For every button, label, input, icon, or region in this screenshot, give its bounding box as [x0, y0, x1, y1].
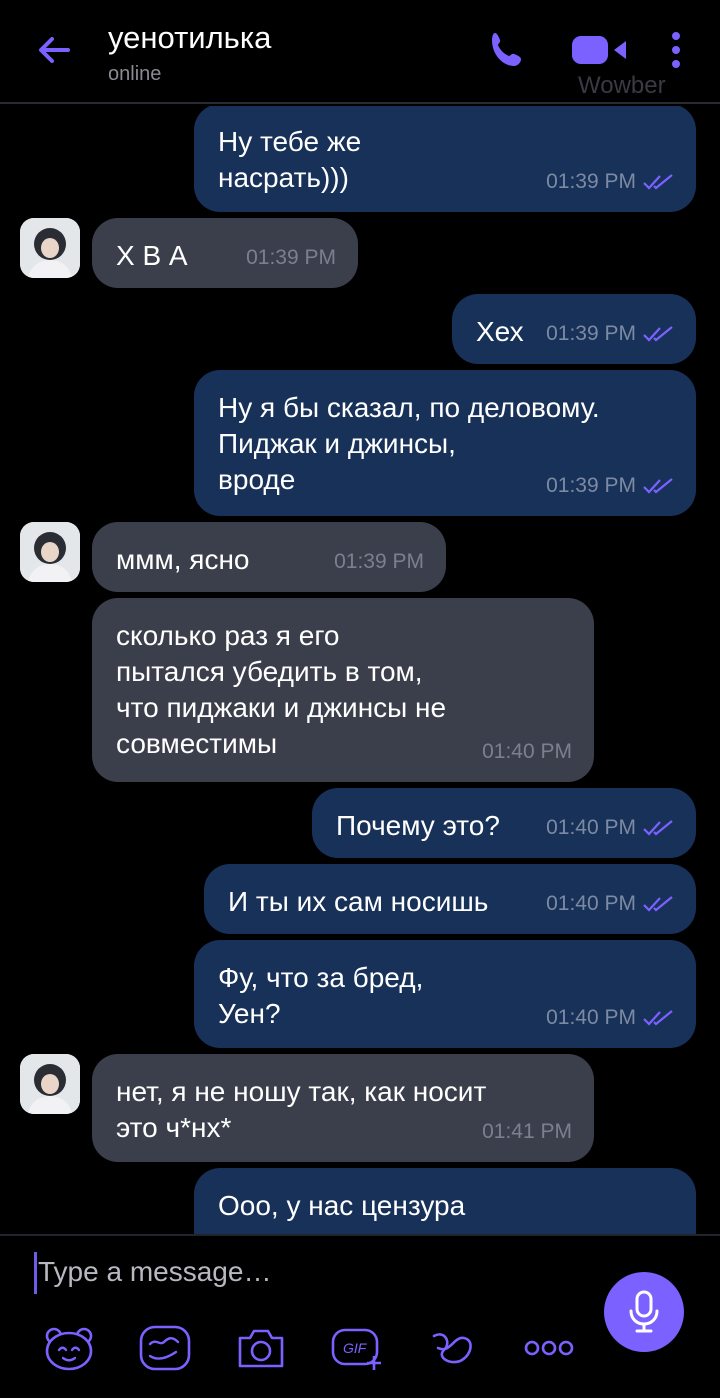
message-meta: 01:40 PM	[546, 810, 674, 846]
message-meta: 01:40 PM	[546, 1000, 674, 1036]
read-ticks-icon	[643, 326, 673, 342]
message-bubble-outgoing[interactable]: Почему это? 01:40 PM	[312, 788, 696, 858]
contact-avatar[interactable]	[20, 1054, 80, 1114]
message-time: 01:41 PM	[482, 1120, 572, 1143]
message-time: 01:39 PM	[246, 246, 336, 269]
message-bubble-outgoing[interactable]: Хех 01:39 PM	[452, 294, 696, 364]
message-meta: 01:39 PM	[334, 544, 424, 580]
message-time: 01:39 PM	[546, 322, 636, 345]
message-bubble-incoming[interactable]: Х В А 01:39 PM	[92, 218, 358, 288]
message-time: 01:40 PM	[546, 1006, 636, 1029]
message-time: 01:40 PM	[482, 740, 572, 763]
message-bubble-outgoing[interactable]: Ну я бы сказал, по деловому. Пиджак и дж…	[194, 370, 696, 516]
microphone-icon	[629, 1290, 659, 1333]
more-vertical-icon[interactable]	[664, 28, 688, 72]
voice-message-button[interactable]	[604, 1272, 684, 1352]
message-input[interactable]: Type a message…	[38, 1256, 271, 1288]
message-time: 01:39 PM	[334, 550, 424, 573]
message-list[interactable]: Ну тебе же насрать))) 01:39 PM Х В А 01:…	[0, 106, 720, 1234]
message-time: 01:39 PM	[546, 474, 636, 497]
more-options-icon[interactable]	[522, 1324, 576, 1372]
read-ticks-icon	[643, 478, 673, 494]
read-ticks-icon	[643, 1010, 673, 1026]
chat-extension-icon[interactable]	[426, 1324, 480, 1372]
phone-call-icon[interactable]	[486, 28, 530, 72]
message-time: 01:40 PM	[546, 892, 636, 915]
message-bubble-outgoing[interactable]: Ну тебе же насрать))) 01:39 PM	[194, 106, 696, 212]
read-ticks-icon	[643, 174, 673, 190]
message-meta: 01:39 PM	[546, 316, 674, 352]
sticker-icon[interactable]	[42, 1324, 96, 1372]
contact-name[interactable]: уенотилька	[108, 20, 271, 56]
read-ticks-icon	[643, 896, 673, 912]
message-time: 01:39 PM	[546, 170, 636, 193]
message-bubble-incoming[interactable]: нет, я не ношу так, как носит это ч*нх* …	[92, 1054, 594, 1162]
message-bubble-incoming[interactable]: ммм, ясно 01:39 PM	[92, 522, 446, 592]
watermark: Wowber	[578, 72, 666, 99]
message-meta: 01:39 PM	[546, 164, 674, 200]
composer-bar: Type a message… GIF	[0, 1234, 720, 1398]
gif-icon[interactable]: GIF	[330, 1324, 384, 1372]
message-bubble-outgoing[interactable]: Фу, что за бред, Уен? 01:40 PM	[194, 940, 696, 1048]
message-meta: 01:40 PM	[546, 886, 674, 922]
message-meta: 01:39 PM	[546, 468, 674, 504]
message-text: Ооо, у нас цензура	[218, 1190, 466, 1221]
message-meta: 01:39 PM	[246, 240, 336, 276]
read-ticks-icon	[643, 820, 673, 836]
message-meta: 01:40 PM	[482, 734, 572, 770]
message-bubble-outgoing[interactable]: И ты их сам носишь 01:40 PM	[204, 864, 696, 934]
camera-icon[interactable]	[234, 1324, 288, 1372]
text-cursor	[34, 1252, 37, 1294]
contact-avatar[interactable]	[20, 522, 80, 582]
message-bubble-incoming[interactable]: сколько раз я его пытался убедить в том,…	[92, 598, 594, 782]
contact-avatar[interactable]	[20, 218, 80, 278]
svg-text:GIF: GIF	[343, 1340, 368, 1356]
contact-status: online	[108, 63, 162, 85]
message-bubble-outgoing[interactable]: Ооо, у нас цензура	[194, 1168, 696, 1234]
message-meta: 01:41 PM	[482, 1114, 572, 1150]
video-call-icon[interactable]	[570, 28, 630, 72]
message-time: 01:40 PM	[546, 816, 636, 839]
chat-header: уенотилька online Wowber	[0, 0, 720, 104]
doodle-icon[interactable]	[138, 1324, 192, 1372]
back-arrow-icon[interactable]	[30, 26, 78, 74]
